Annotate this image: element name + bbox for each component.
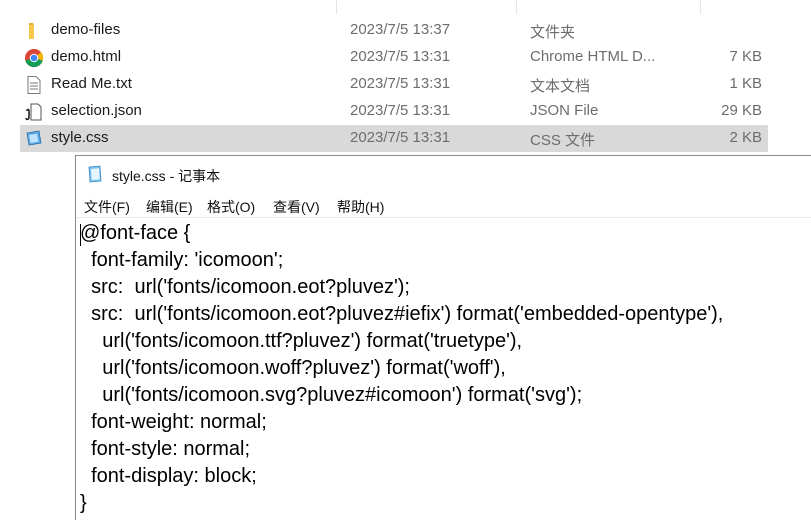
- notepad-title-bar[interactable]: style.css - 记事本: [76, 156, 811, 192]
- file-type: Chrome HTML D...: [530, 48, 656, 65]
- file-name: style.css: [51, 129, 109, 146]
- menu-file[interactable]: 文件(F): [84, 197, 130, 217]
- column-divider[interactable]: [516, 0, 517, 14]
- code-line: src: url('fonts/icomoon.eot?pluvez');: [80, 276, 410, 298]
- file-date: 2023/7/5 13:31: [350, 102, 451, 119]
- file-row-read-me[interactable]: Read Me.txt 2023/7/5 13:31 文本文档 1 KB: [20, 71, 768, 98]
- notepad-text-area[interactable]: @font-face { font-family: 'icomoon'; src…: [80, 220, 808, 520]
- json-file-icon: [25, 103, 42, 121]
- file-size: 29 KB: [721, 102, 762, 119]
- menu-view[interactable]: 查看(V): [273, 197, 320, 217]
- file-row-demo-html[interactable]: demo.html 2023/7/5 13:31 Chrome HTML D..…: [20, 44, 768, 71]
- file-name: Read Me.txt: [51, 75, 132, 92]
- file-name: demo.html: [51, 48, 122, 65]
- file-row-demo-files[interactable]: demo-files 2023/7/5 13:37 文件夹: [20, 17, 768, 44]
- code-line: font-display: block;: [80, 465, 257, 487]
- menu-help[interactable]: 帮助(H): [337, 197, 384, 217]
- file-date: 2023/7/5 13:31: [350, 129, 451, 146]
- code-line: url('fonts/icomoon.ttf?pluvez') format('…: [80, 330, 523, 352]
- file-date: 2023/7/5 13:37: [350, 21, 451, 38]
- file-size: 7 KB: [729, 48, 762, 65]
- code-line: font-family: 'icomoon';: [80, 249, 284, 271]
- code-line: url('fonts/icomoon.woff?pluvez') format(…: [80, 357, 506, 379]
- file-type: 文件夹: [530, 24, 576, 41]
- file-name: selection.json: [51, 102, 142, 119]
- notepad-window: style.css - 记事本 文件(F) 编辑(E) 格式(O) 查看(V) …: [75, 155, 811, 520]
- file-explorer-list: demo-files 2023/7/5 13:37 文件夹 demo.html …: [0, 0, 811, 160]
- file-row-selection-json[interactable]: selection.json 2023/7/5 13:31 JSON File …: [20, 98, 768, 125]
- file-type: 文本文档: [530, 78, 591, 95]
- css-file-icon: [26, 130, 42, 146]
- code-line: src: url('fonts/icomoon.eot?pluvez#iefix…: [80, 303, 724, 325]
- code-line: @font-face {: [80, 222, 191, 244]
- folder-icon: [29, 23, 34, 39]
- notepad-icon: [88, 165, 102, 183]
- file-type: CSS 文件: [530, 132, 596, 149]
- code-line: url('fonts/icomoon.svg?pluvez#icomoon') …: [80, 384, 583, 406]
- code-line: }: [80, 492, 87, 514]
- code-line: font-style: normal;: [80, 438, 251, 460]
- file-size: 1 KB: [729, 75, 762, 92]
- file-row-style-css[interactable]: style.css 2023/7/5 13:31 CSS 文件 2 KB: [20, 125, 768, 152]
- chrome-icon: [25, 49, 44, 68]
- notepad-title: style.css - 记事本: [112, 168, 221, 184]
- file-date: 2023/7/5 13:31: [350, 75, 451, 92]
- file-type: JSON File: [530, 102, 599, 119]
- file-size: 2 KB: [729, 129, 762, 146]
- menu-edit[interactable]: 编辑(E): [146, 197, 193, 217]
- menu-format[interactable]: 格式(O): [207, 197, 255, 217]
- file-date: 2023/7/5 13:31: [350, 48, 451, 65]
- column-divider[interactable]: [700, 0, 701, 14]
- column-divider[interactable]: [336, 0, 337, 14]
- text-file-icon: [27, 76, 41, 94]
- code-line: font-weight: normal;: [80, 411, 267, 433]
- notepad-menu-bar: 文件(F) 编辑(E) 格式(O) 查看(V) 帮助(H): [76, 194, 811, 218]
- file-name: demo-files: [51, 21, 121, 38]
